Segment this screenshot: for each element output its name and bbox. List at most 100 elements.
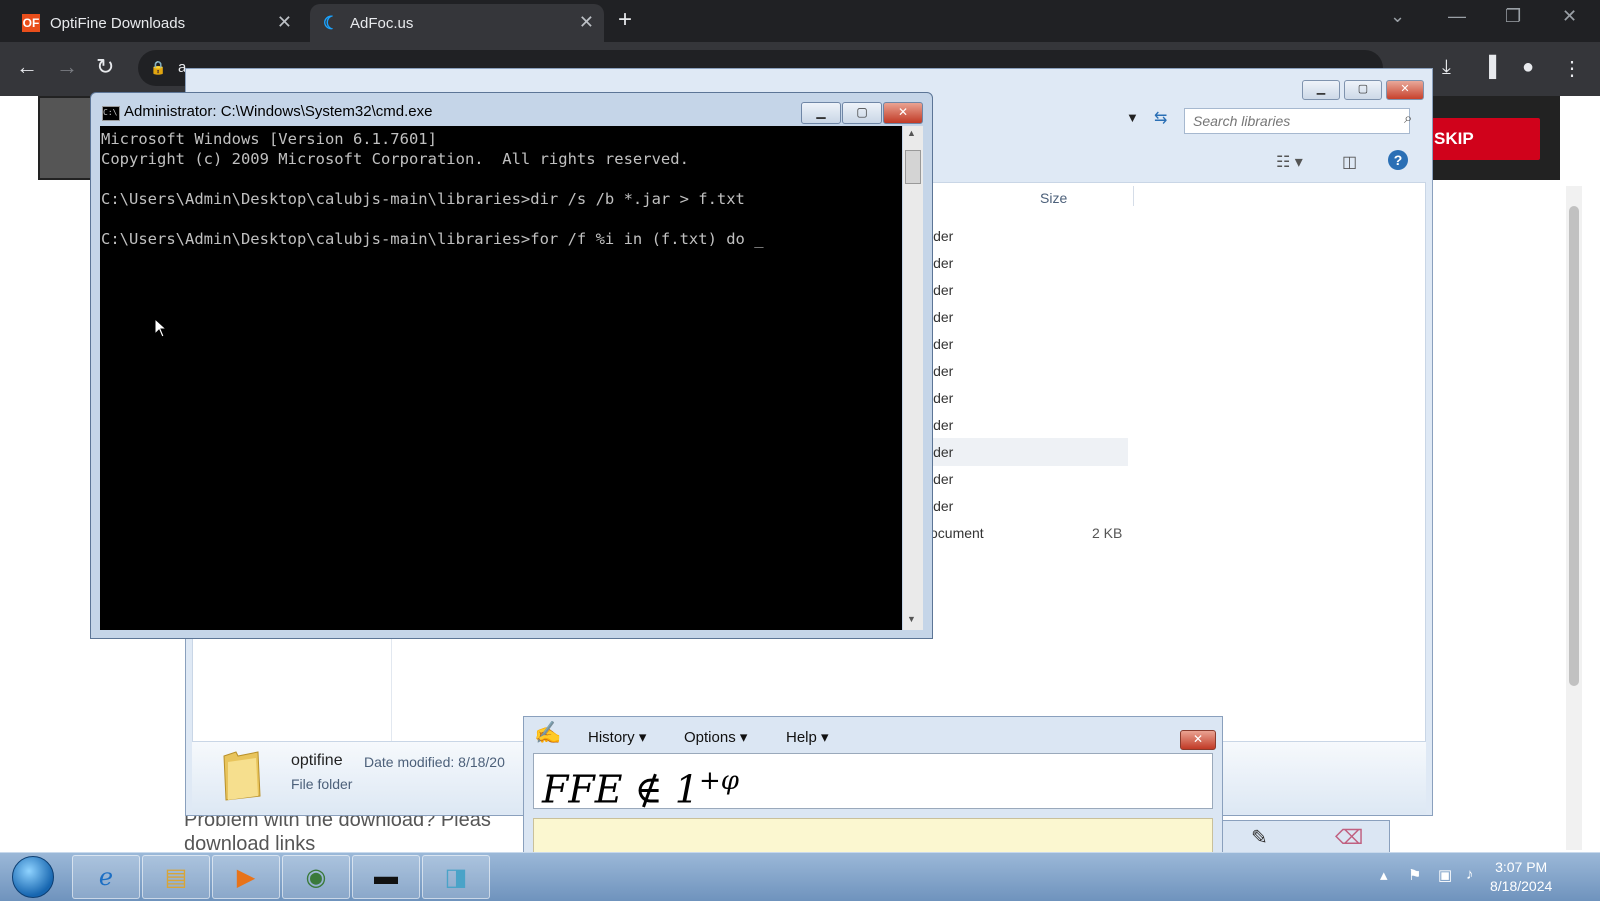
cmd-minimize-button[interactable]: ▁: [801, 102, 841, 124]
mouse-cursor-icon: [154, 318, 168, 338]
chrome-icon[interactable]: ◉: [282, 855, 350, 899]
chevron-down-icon: ▾: [739, 729, 748, 746]
cmd-output: Microsoft Windows [Version 6.1.7601] Cop…: [101, 129, 764, 249]
file-row-type[interactable]: lder: [930, 363, 953, 379]
eraser-icon[interactable]: ⌫: [1335, 825, 1363, 850]
search-input[interactable]: [1184, 108, 1410, 134]
cmd-line: Copyright (c) 2009 Microsoft Corporation…: [101, 150, 689, 168]
file-row-type[interactable]: lder: [930, 255, 953, 271]
clock-date: 8/18/2024: [1490, 878, 1553, 894]
history-menu[interactable]: History ▾: [588, 728, 646, 746]
menu-label: History: [588, 729, 635, 746]
cmd-line: C:\Users\Admin\Desktop\calubjs-main\libr…: [101, 190, 745, 208]
refresh-icon[interactable]: ⇆: [1154, 108, 1167, 128]
optifine-favicon-icon: OF: [22, 14, 40, 32]
math-panel-close-button[interactable]: ✕: [1180, 730, 1216, 750]
lock-icon[interactable]: 🔒: [150, 60, 166, 76]
preview-pane-icon[interactable]: ◫: [1342, 152, 1357, 172]
cmd-app-icon: C:\: [102, 106, 120, 121]
page-scrollbar-thumb[interactable]: [1569, 206, 1579, 686]
file-row-type[interactable]: lder: [930, 417, 953, 433]
forward-icon[interactable]: →: [56, 54, 78, 80]
network-icon[interactable]: ▣: [1438, 866, 1452, 884]
menu-icon[interactable]: ⋮: [1562, 56, 1582, 81]
pen-tools: ✎ ⌫: [1222, 820, 1390, 856]
cmd-scrollbar[interactable]: [903, 126, 923, 630]
scroll-down-icon[interactable]: ▼: [907, 614, 916, 624]
clock[interactable]: 3:07 PM 8/18/2024: [1490, 858, 1552, 896]
help-menu[interactable]: Help ▾: [786, 728, 829, 746]
file-row-type[interactable]: lder: [930, 498, 953, 514]
cmd-line: C:\Users\Admin\Desktop\calubjs-main\libr…: [101, 230, 764, 248]
back-icon[interactable]: ←: [16, 54, 38, 80]
file-row-type[interactable]: lder: [930, 282, 953, 298]
folder-icon: [223, 751, 261, 801]
file-row-type[interactable]: lder: [930, 444, 953, 460]
math-superscript: +φ: [698, 766, 739, 796]
address-dropdown-icon[interactable]: ▼: [1126, 110, 1139, 125]
column-header-size[interactable]: Size: [1040, 190, 1067, 206]
clock-time: 3:07 PM: [1495, 859, 1548, 875]
cmd-maximize-button[interactable]: ▢: [842, 102, 882, 124]
view-options-icon[interactable]: ☷ ▾: [1276, 152, 1303, 172]
cmd-scrollbar-thumb[interactable]: [905, 150, 921, 184]
tab-label: OptiFine Downloads: [50, 14, 186, 32]
media-player-icon[interactable]: ▶: [212, 855, 280, 899]
new-tab-icon[interactable]: +: [618, 6, 632, 34]
tab-bar: OF OptiFine Downloads ✕ ☾ AdFoc.us ✕ + ⌄…: [0, 0, 1600, 42]
adfocus-favicon-icon: ☾: [322, 12, 340, 33]
reload-icon[interactable]: ↻: [96, 54, 114, 80]
minimize-icon[interactable]: —: [1448, 6, 1466, 27]
close-window-icon[interactable]: ✕: [1562, 6, 1577, 27]
tab-adfocus[interactable]: ☾ AdFoc.us ✕: [310, 4, 604, 42]
math-panel-icon: ✍: [534, 720, 562, 745]
action-center-icon[interactable]: ⚑: [1408, 866, 1421, 884]
math-preview: FFE ∉ 1+φ: [533, 753, 1213, 812]
volume-icon[interactable]: ♪: [1466, 866, 1474, 883]
tab-label: AdFoc.us: [350, 14, 414, 32]
restore-icon[interactable]: ❐: [1505, 6, 1521, 27]
file-row-type[interactable]: ocument: [930, 525, 984, 541]
cmd-close-button[interactable]: ✕: [883, 102, 923, 124]
options-menu[interactable]: Options ▾: [684, 728, 747, 746]
chevron-down-icon[interactable]: ⌄: [1390, 6, 1405, 27]
file-row-type[interactable]: lder: [930, 390, 953, 406]
file-row-type[interactable]: lder: [930, 228, 953, 244]
details-date: Date modified: 8/18/20: [364, 754, 505, 770]
math-panel-taskbar-icon[interactable]: ◨: [422, 855, 490, 899]
scroll-up-icon[interactable]: ▲: [907, 128, 916, 138]
file-explorer-icon[interactable]: ▤: [142, 855, 210, 899]
explorer-close-button[interactable]: ✕: [1386, 80, 1424, 100]
cmd-title: Administrator: C:\Windows\System32\cmd.e…: [124, 103, 433, 120]
menu-label: Help: [786, 729, 817, 746]
file-row-type[interactable]: lder: [930, 336, 953, 352]
skip-button[interactable]: SKIP: [1428, 118, 1540, 160]
chevron-down-icon: ▾: [821, 729, 829, 746]
start-button[interactable]: [12, 856, 54, 898]
file-row-type[interactable]: lder: [930, 309, 953, 325]
cmd-line: Microsoft Windows [Version 6.1.7601]: [101, 130, 437, 148]
math-expression: FFE ∉ 1: [542, 767, 699, 812]
download-icon[interactable]: ⤓: [1442, 56, 1451, 79]
tab-optifine[interactable]: OF OptiFine Downloads ✕: [10, 4, 302, 42]
column-divider[interactable]: [1133, 186, 1134, 206]
menu-label: Options: [684, 729, 736, 746]
file-row-size: 2 KB: [1092, 525, 1123, 541]
help-icon[interactable]: ?: [1388, 150, 1408, 170]
side-panel-icon[interactable]: ▐: [1482, 56, 1496, 79]
details-kind: File folder: [291, 776, 353, 792]
row-highlight: [924, 438, 1128, 466]
tray-expand-icon[interactable]: ▴: [1380, 866, 1388, 884]
details-name: optifine: [291, 752, 343, 769]
profile-icon[interactable]: ●: [1522, 56, 1534, 79]
explorer-minimize-button[interactable]: ▁: [1302, 80, 1340, 100]
chevron-down-icon: ▾: [638, 729, 647, 746]
close-tab-icon[interactable]: ✕: [277, 12, 292, 33]
pen-icon[interactable]: ✎: [1251, 825, 1268, 850]
internet-explorer-icon[interactable]: ℯ: [72, 855, 140, 899]
cmd-taskbar-icon[interactable]: ▬: [352, 855, 420, 899]
file-row-type[interactable]: lder: [930, 471, 953, 487]
explorer-maximize-button[interactable]: ▢: [1344, 80, 1382, 100]
search-icon[interactable]: ⌕: [1404, 110, 1412, 127]
close-tab-icon[interactable]: ✕: [579, 12, 594, 33]
